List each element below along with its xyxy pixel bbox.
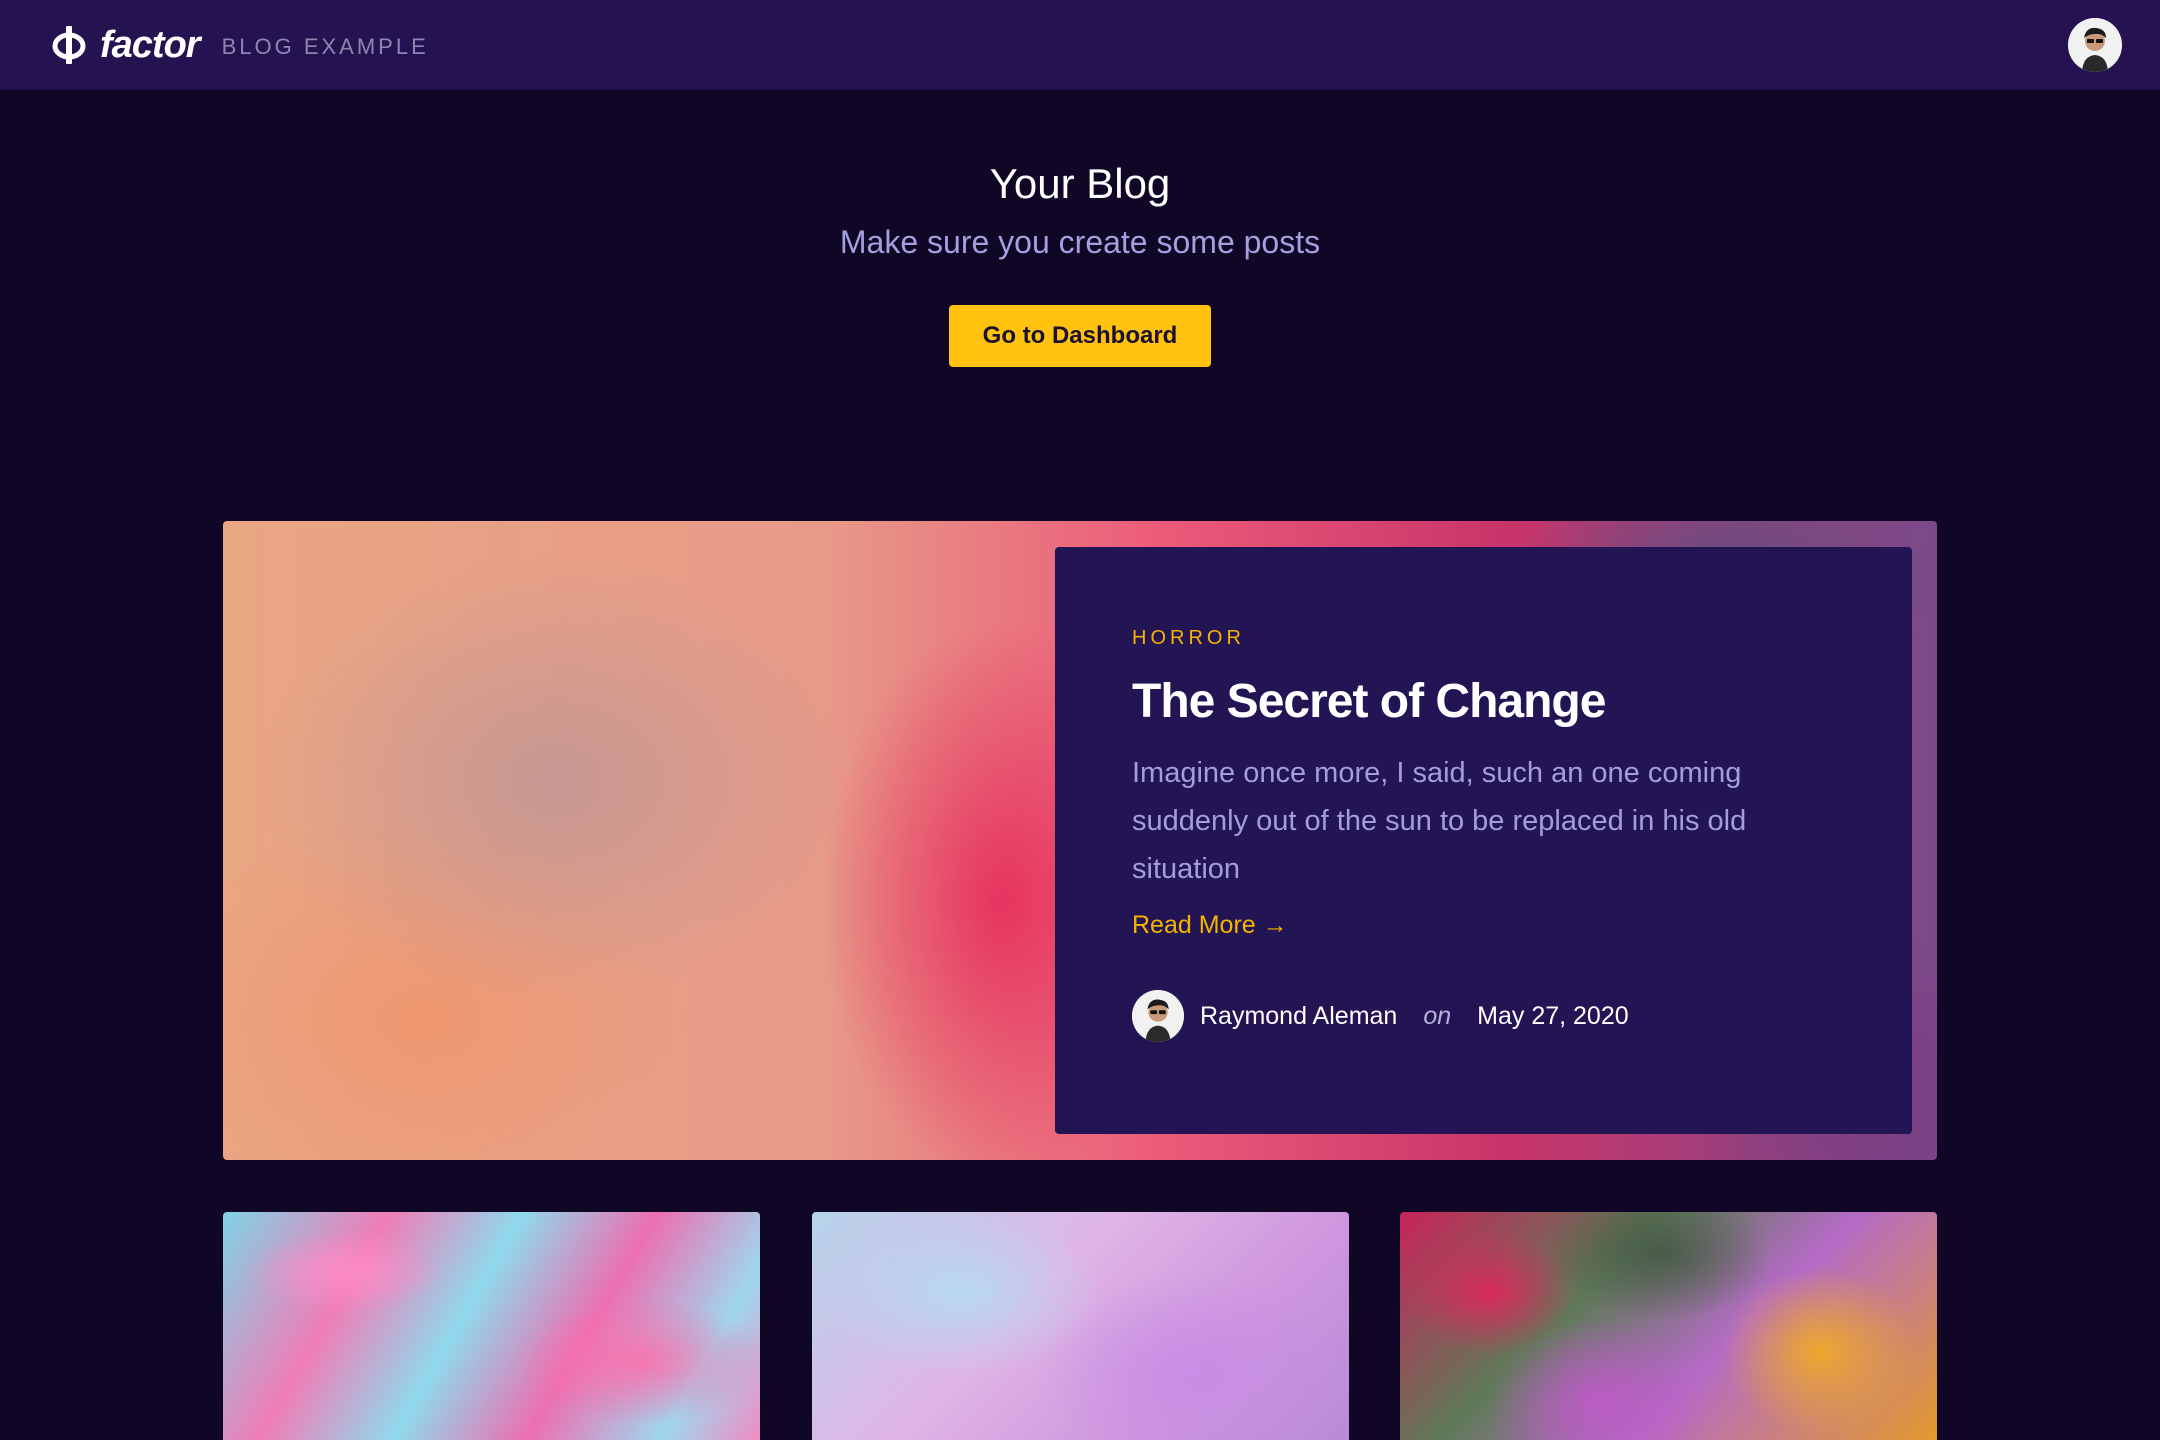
page-subtitle: Make sure you create some posts	[839, 224, 1321, 260]
user-avatar-button[interactable]	[2068, 18, 2122, 72]
post-title[interactable]: The Secret of Change	[1132, 674, 1835, 729]
read-more-link[interactable]: Read More →	[1132, 911, 1288, 940]
brand-logo-link[interactable]: factor	[52, 23, 201, 67]
post-thumbnail[interactable]	[1400, 1212, 1937, 1440]
user-avatar-icon	[2068, 18, 2122, 72]
page-title: Your Blog	[989, 160, 1171, 207]
brand-subtitle: BLOG EXAMPLE	[221, 34, 429, 59]
hero-section: Your Blog Make sure you create some post…	[0, 160, 2160, 367]
top-navbar: factor BLOG EXAMPLE	[0, 0, 2160, 90]
featured-post-image[interactable]: HORROR The Secret of Change Imagine once…	[223, 521, 1937, 1160]
brand-name: factor	[100, 23, 201, 66]
author-name[interactable]: Raymond Aleman	[1200, 1002, 1397, 1031]
author-avatar[interactable]	[1132, 990, 1184, 1042]
phi-logo-icon	[52, 26, 86, 64]
post-thumbnail[interactable]	[812, 1212, 1349, 1440]
post-excerpt: Imagine once more, I said, such an one c…	[1132, 757, 1747, 885]
featured-post-card: HORROR The Secret of Change Imagine once…	[1055, 547, 1912, 1134]
go-to-dashboard-button[interactable]: Go to Dashboard	[948, 305, 1212, 367]
post-category[interactable]: HORROR	[1132, 627, 1835, 650]
post-date: May 27, 2020	[1477, 1001, 1629, 1030]
author-avatar-icon	[1132, 990, 1184, 1042]
post-meta: Raymond Aleman on May 27, 2020	[1132, 990, 1835, 1042]
meta-on-label: on	[1423, 1001, 1452, 1030]
post-thumbnail[interactable]	[223, 1212, 760, 1440]
